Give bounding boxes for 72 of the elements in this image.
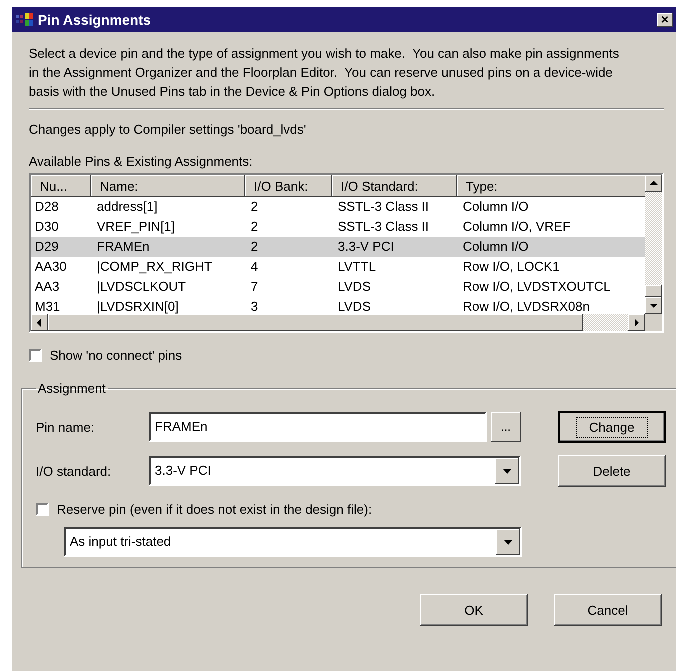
table-cell-text: 7 [250,278,260,296]
table-cell-text: address[1] [96,198,159,216]
table-cell-text: SSTL-3 Class II [337,218,430,236]
table-cell-text: 4 [250,258,260,276]
table-cell-text: LVDS [337,278,372,296]
description-text: Select a device pin and the type of assignment you wish to make. You can also make pin assignments in the Assignment Organizer and the Floorplan Editor. You can reserve unused pins on a device-wide basis with the Unused Pins tab in the Device & Pin Options dialog box. [29,45,620,101]
compiler-note: Changes apply to Compiler settings 'board_lvds' [29,121,308,139]
table-row[interactable]: D28 address[1] 2 SSTL-3 Class II Column I/O [31,197,645,217]
table-row[interactable]: D30 VREF_PIN[1] 2 SSTL-3 Class II Column I/O, VREF [31,217,645,237]
table-cell-text: Column I/O, VREF [462,218,572,236]
down-arrow-icon [650,303,658,308]
table-cell-text: VREF_PIN[1] [96,218,176,236]
table-cell-text: Row I/O, LVDSTXOUTCL [462,278,612,296]
table-cell-text: Row I/O, LOCK1 [462,258,561,276]
horizontal-scrollbar[interactable] [31,314,645,331]
table-cell-text: |LVDSRXIN[0] [96,298,180,314]
app-icon [16,12,34,26]
group-title: Assignment [37,381,107,396]
table-cell-text: Row I/O, LVDSRX08n [462,298,591,314]
dropdown-arrow-icon [502,468,512,474]
table-cell-text: LVTTL [337,258,378,276]
field-label: Pin name: [36,420,96,434]
table-row[interactable]: D29 FRAMEn 2 3.3-V PCI Column I/O [31,237,645,257]
table-cell-text: 2 [250,198,260,216]
table-row[interactable]: AA30 |COMP_RX_RIGHT 4 LVTTL Row I/O, LOCK1 [31,257,645,277]
table-cell-text: SSTL-3 Class II [337,198,430,216]
table-cell-text: Column I/O [462,238,530,256]
table-cell-text: AA30 [34,258,68,276]
table-cell-text: LVDS [337,298,372,314]
table-cell-text: Column I/O [462,198,530,216]
dropdown-arrow-icon [504,540,512,544]
close-button[interactable]: × [657,12,673,26]
checkbox[interactable] [36,503,49,516]
dialog-button[interactable]: Cancel [554,594,662,626]
table-cell-text: |COMP_RX_RIGHT [96,258,214,276]
checkbox-label: Reserve pin (even if it does not exist in the design file): [57,502,372,517]
list-label: Available Pins & Existing Assignments: [29,153,254,171]
left-arrow-icon [37,318,42,326]
table-cell-text: 3 [250,298,260,314]
table-row[interactable]: AA3 |LVDSCLKOUT 7 LVDS Row I/O, LVDSTXOUTCL [31,277,645,297]
column-header[interactable]: Nu... [31,175,91,197]
table-cell-text: |LVDSCLKOUT [96,278,188,296]
vertical-scrollbar[interactable] [645,175,662,331]
up-arrow-icon [650,181,658,186]
table-cell-text: 2 [250,218,260,236]
table-row[interactable]: M31 |LVDSRXIN[0] 3 LVDS Row I/O, LVDSRX08n [31,297,645,314]
table-cell-text: AA3 [34,278,61,296]
scrollbar-corner [645,314,662,331]
table-cell-text: M31 [34,298,62,314]
table-cell-text: D28 [34,198,60,216]
table-cell-text: FRAMEn [96,238,151,256]
right-arrow-icon [634,318,639,326]
browse-button[interactable]: ... [491,412,521,442]
table-cell-text: D29 [34,238,60,256]
table-cell-text: D30 [34,218,60,236]
checkbox-label: Show 'no connect' pins [50,348,182,363]
field-label: I/O standard: [36,464,112,478]
column-header[interactable]: I/O Standard: [332,175,457,197]
table-cell-text: 3.3-V PCI [337,238,396,256]
column-header[interactable]: I/O Bank: [245,175,332,197]
column-header[interactable]: Type: [457,175,645,197]
dialog-button[interactable]: OK [420,594,528,626]
table-cell-text: 2 [250,238,260,256]
column-header[interactable]: Name: [91,175,245,197]
scroll-thumb[interactable] [645,285,662,297]
delete-button[interactable]: Delete [558,455,666,487]
checkbox[interactable] [29,349,42,362]
change-button[interactable]: Change [558,411,666,443]
window-title: Pin Assignments [38,12,152,28]
reserve-mode-dropdown[interactable]: As input tri-stated [64,527,522,557]
io-standard-dropdown[interactable]: 3.3-V PCI [149,456,521,486]
pin-name-field[interactable]: FRAMEn [149,412,487,442]
